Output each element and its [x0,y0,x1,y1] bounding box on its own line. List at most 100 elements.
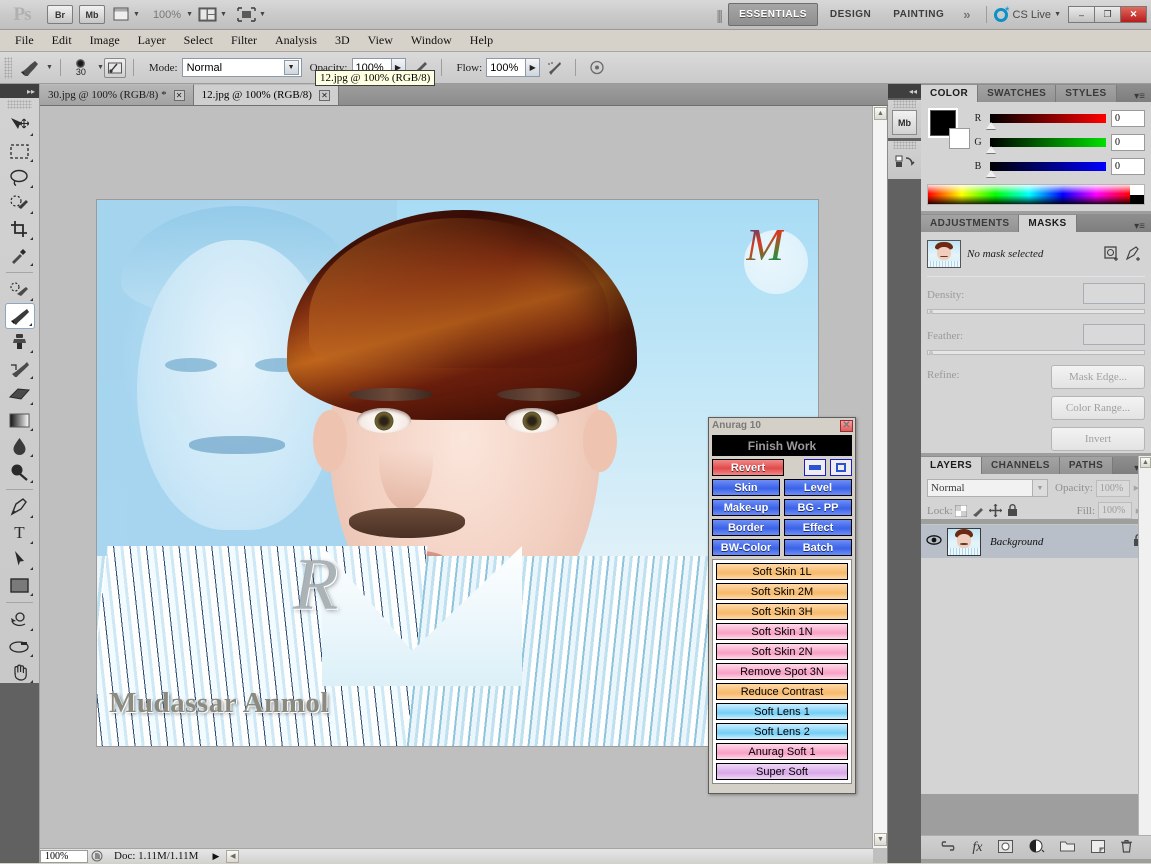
layers-scrollbar[interactable]: ▲ ▼ [1138,456,1151,859]
tool-3d-rotate[interactable] [5,607,35,633]
close-button[interactable]: ✕ [1120,6,1147,23]
blend-mode-select[interactable]: Normal ▼ [181,58,302,77]
add-vector-mask-icon[interactable] [1123,243,1145,265]
restore-button[interactable]: ❐ [1094,6,1121,23]
add-pixel-mask-icon[interactable] [1101,243,1123,265]
action-soft-skin-2n[interactable]: Soft Skin 2N [716,643,848,660]
action-soft-lens-2[interactable]: Soft Lens 2 [716,723,848,740]
slider-thumb[interactable] [986,170,996,177]
new-group-icon[interactable] [1060,840,1076,855]
chevron-down-icon[interactable]: ▼ [46,64,53,71]
canvas-area[interactable]: M R Mudassar Anmol Anurag 10 ✕ Finish Wo… [40,106,888,863]
close-icon[interactable]: ✕ [318,89,330,101]
bw-color-button[interactable]: BW-Color [712,539,780,556]
document-tab-30jpg[interactable]: 30.jpg @ 100% (RGB/8) * ✕ [40,84,194,105]
chevron-down-icon[interactable]: ▼ [97,64,104,71]
lock-all-icon[interactable] [1004,503,1021,519]
brush-size-preview[interactable]: 30 [68,58,94,77]
action-soft-skin-2m[interactable]: Soft Skin 2M [716,583,848,600]
tool-gradient[interactable] [5,407,35,433]
invert-button[interactable]: Invert [1051,427,1145,451]
screen-mode-button[interactable]: ▼ [234,4,269,26]
density-slider[interactable] [927,309,1145,314]
pressure-size-toggle[interactable] [586,58,608,78]
effect-button[interactable]: Effect [784,519,852,536]
bridge-button[interactable]: Br [47,5,73,24]
red-slider[interactable] [986,114,1106,129]
lock-pixels-icon[interactable] [970,503,987,519]
link-layers-icon[interactable] [939,840,957,855]
feather-input[interactable] [1083,324,1145,345]
layer-style-icon[interactable]: fx [972,840,982,856]
document-tab-12jpg[interactable]: 12.jpg @ 100% (RGB/8) ✕ [193,84,339,105]
workspace-more-button[interactable]: » [955,7,978,22]
workspace-essentials[interactable]: ESSENTIALS [728,3,818,26]
tab-color[interactable]: COLOR [921,85,979,102]
tab-paths[interactable]: PATHS [1059,457,1114,474]
tool-quick-selection[interactable] [5,190,35,216]
menu-image[interactable]: Image [81,30,129,51]
tool-spot-healing-brush[interactable] [5,277,35,303]
dock-grip[interactable] [893,100,916,108]
scroll-up-icon[interactable]: ▲ [874,107,887,120]
tool-hand[interactable] [5,659,35,685]
tool-3d-orbit[interactable] [5,633,35,659]
action-soft-skin-3h[interactable]: Soft Skin 3H [716,603,848,620]
bg-pp-button[interactable]: BG - PP [784,499,852,516]
tab-swatches[interactable]: SWATCHES [978,85,1057,102]
menu-window[interactable]: Window [402,30,461,51]
border-button[interactable]: Border [712,519,780,536]
menu-edit[interactable]: Edit [43,30,81,51]
slider-thumb[interactable] [986,122,996,129]
layer-thumbnail[interactable] [947,527,981,556]
menu-analysis[interactable]: Analysis [266,30,326,51]
view-extras-button[interactable]: ▼ [110,4,143,26]
action-soft-lens-1[interactable]: Soft Lens 1 [716,703,848,720]
red-value[interactable]: 0 [1111,110,1145,127]
tool-move[interactable] [5,112,35,138]
tool-blur[interactable] [5,433,35,459]
canvas-vertical-scrollbar[interactable]: ▲ ▼ [872,106,887,848]
tool-type[interactable]: T [5,520,35,546]
adjustment-layer-icon[interactable] [1029,839,1045,856]
new-layer-icon[interactable] [1090,839,1105,856]
close-icon[interactable]: ✕ [173,89,185,101]
panel-menu-icon[interactable]: ▾≡ [1128,221,1151,232]
history-icon[interactable] [892,151,917,176]
action-reduce-contrast[interactable]: Reduce Contrast [716,683,848,700]
flow-stepper[interactable]: ▶ [525,58,541,77]
mini-bridge-icon[interactable]: Mb [892,110,917,135]
tab-masks[interactable]: MASKS [1019,215,1077,232]
mini-bridge-button[interactable]: Mb [79,5,105,24]
airbrush-toggle[interactable] [543,58,565,78]
spectrum-hues[interactable] [928,185,1130,204]
workspace-painting[interactable]: PAINTING [883,4,954,25]
menu-filter[interactable]: Filter [222,30,266,51]
tool-dodge[interactable] [5,459,35,485]
tool-eyedropper[interactable] [5,242,35,268]
restore-icon[interactable] [830,459,852,476]
dock-grip[interactable] [893,141,916,149]
level-button[interactable]: Level [784,479,852,496]
toolbox-grip[interactable] [7,100,32,109]
green-value[interactable]: 0 [1111,134,1145,151]
menu-file[interactable]: File [6,30,43,51]
action-anurag-soft-1[interactable]: Anurag Soft 1 [716,743,848,760]
tab-adjustments[interactable]: ADJUSTMENTS [921,215,1020,232]
tab-channels[interactable]: CHANNELS [982,457,1060,474]
zoom-level-input[interactable]: 100% [40,849,88,863]
menu-view[interactable]: View [359,30,402,51]
menu-help[interactable]: Help [461,30,502,51]
layer-visibility-icon[interactable] [921,534,947,549]
lock-transparency-icon[interactable] [953,503,970,519]
blue-slider[interactable] [986,162,1106,177]
action-soft-skin-1n[interactable]: Soft Skin 1N [716,623,848,640]
dock-collapse-button[interactable]: ◂◂ [888,84,921,98]
spectrum-bw[interactable] [1130,185,1144,204]
action-soft-skin-1l[interactable]: Soft Skin 1L [716,563,848,580]
tool-rectangle[interactable] [5,572,35,598]
batch-button[interactable]: Batch [784,539,852,556]
brush-preset-icon[interactable] [17,58,43,78]
minimize-button[interactable]: – [1068,6,1095,23]
menu-select[interactable]: Select [175,30,222,51]
